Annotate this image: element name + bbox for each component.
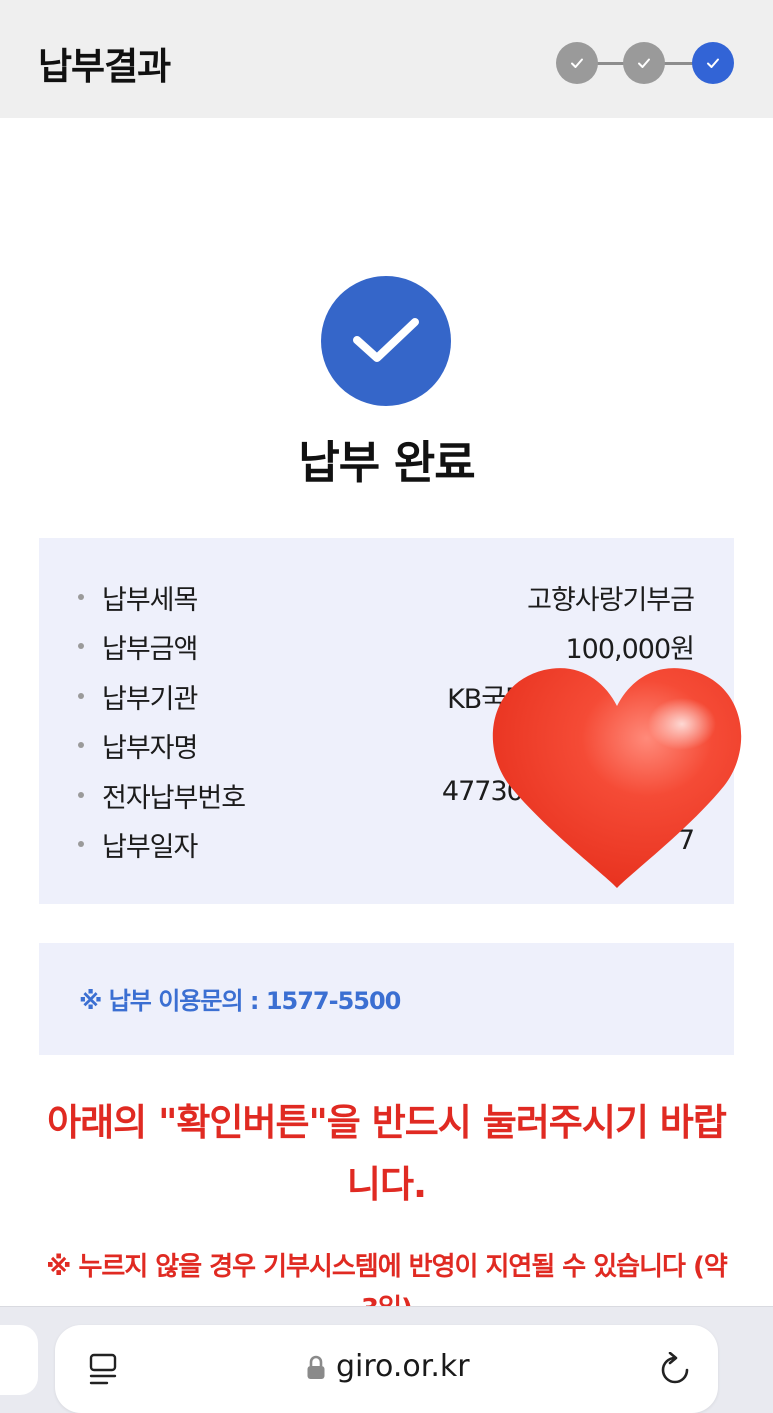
address-bar[interactable]: giro.or.kr [55, 1325, 718, 1413]
detail-value: 100,000원 [565, 634, 695, 665]
status-title: 납부 완료 [298, 436, 475, 489]
page-header: 납부결과 [0, 0, 773, 118]
detail-label: 전자납부번호 [102, 783, 246, 814]
detail-row-amount: 납부금액 100,000원 [39, 625, 734, 665]
check-circle-icon [321, 276, 451, 406]
check-icon [707, 58, 719, 68]
step-connector [664, 62, 694, 65]
detail-label: 납부기관 [102, 684, 198, 715]
bullet-icon [78, 594, 84, 600]
contact-info-box: ※ 납부 이용문의 : 1577-5500 [39, 943, 734, 1055]
detail-row-tax-item: 납부세목 고향사랑기부금 [39, 576, 734, 616]
browser-toolbar: giro.or.kr [0, 1306, 773, 1413]
detail-label: 납부금액 [102, 634, 198, 665]
step-connector [596, 62, 626, 65]
previous-tab[interactable] [0, 1325, 38, 1395]
check-icon [638, 58, 650, 68]
bullet-icon [78, 742, 84, 748]
contact-text: ※ 납부 이용문의 : 1577-5500 [79, 987, 401, 1015]
confirm-button-notice: 아래의 "확인버튼"을 반드시 눌러주시기 바랍니다. [47, 1101, 727, 1206]
lock-icon [307, 1355, 325, 1379]
url-text[interactable]: giro.or.kr [336, 1349, 470, 1384]
detail-label: 납부세목 [102, 585, 198, 616]
bullet-icon [78, 792, 84, 798]
reader-icon[interactable] [87, 1352, 119, 1386]
bullet-icon [78, 841, 84, 847]
step-3-active [692, 42, 734, 84]
step-2-done [623, 42, 665, 84]
check-icon [571, 58, 583, 68]
bullet-icon [78, 643, 84, 649]
checkmark-glyph [353, 318, 419, 362]
delay-warning: ※ 누르지 않을 경우 기부시스템에 반영이 지연될 수 있습니다 (약 3일) [46, 1252, 728, 1308]
page-title: 납부결과 [38, 45, 171, 88]
reload-icon[interactable] [658, 1352, 692, 1388]
step-indicator [556, 40, 736, 86]
detail-label: 납부자명 [102, 733, 198, 764]
bullet-icon [78, 693, 84, 699]
detail-label: 납부일자 [102, 832, 198, 863]
step-1-done [556, 42, 598, 84]
heart-sticker-icon [492, 668, 742, 888]
detail-value: 고향사랑기부금 [527, 585, 695, 616]
